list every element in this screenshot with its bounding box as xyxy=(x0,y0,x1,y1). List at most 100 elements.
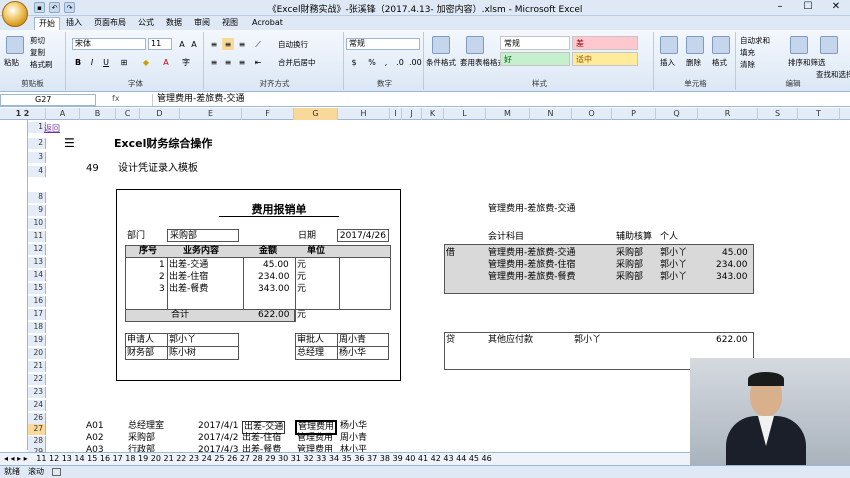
back-link[interactable]: 返回 xyxy=(44,123,60,134)
column-header-r[interactable]: R xyxy=(698,108,758,120)
merge-center-button[interactable]: 合并后居中 xyxy=(278,58,316,67)
column-header-h[interactable]: H xyxy=(338,108,390,120)
font-color-icon[interactable]: A xyxy=(160,56,172,68)
paste-icon[interactable] xyxy=(6,36,24,54)
row-header[interactable]: 8 xyxy=(28,192,46,203)
row-header[interactable]: 23 xyxy=(28,387,46,398)
row-header[interactable]: 22 xyxy=(28,374,46,385)
tab-formulas[interactable]: 公式 xyxy=(134,17,158,30)
row-header[interactable]: 2 xyxy=(28,138,46,149)
tab-data[interactable]: 数据 xyxy=(162,17,186,30)
autosum-button[interactable]: 自动求和 xyxy=(740,36,770,45)
column-header-i[interactable]: I xyxy=(390,108,402,120)
row-header[interactable]: 28 xyxy=(28,436,46,447)
find-select-icon[interactable] xyxy=(820,36,838,54)
column-header-o[interactable]: O xyxy=(572,108,612,120)
row-header[interactable]: 19 xyxy=(28,335,46,346)
outline-level-2[interactable]: 2 xyxy=(24,109,30,118)
clear-button[interactable]: 清除 xyxy=(740,60,755,69)
insert-cells-button[interactable]: 插入 xyxy=(660,58,675,67)
tab-view[interactable]: 视图 xyxy=(218,17,242,30)
column-header-g[interactable]: G xyxy=(294,108,338,120)
outline-level-1[interactable]: 1 xyxy=(16,109,22,118)
dept-field[interactable]: 采购部 xyxy=(167,229,239,242)
column-header-k[interactable]: K xyxy=(422,108,444,120)
align-right-icon[interactable]: ≡ xyxy=(236,56,248,68)
column-header-j[interactable]: J xyxy=(402,108,422,120)
fx-icon[interactable]: fx xyxy=(112,94,150,106)
sheet-tab-list[interactable]: 11 12 13 14 15 16 17 18 19 20 21 22 23 2… xyxy=(30,454,491,463)
column-header-q[interactable]: Q xyxy=(656,108,698,120)
table-format-icon[interactable] xyxy=(466,36,484,54)
tab-page-layout[interactable]: 页面布局 xyxy=(90,17,130,30)
decrease-decimal-icon[interactable]: .00 xyxy=(408,56,422,68)
tab-home[interactable]: 开始 xyxy=(34,17,60,30)
conditional-format-button[interactable]: 条件格式 xyxy=(426,58,456,67)
row-header[interactable]: 24 xyxy=(28,400,46,411)
number-format-combo[interactable]: 常规 xyxy=(346,38,420,50)
column-header-d[interactable]: D xyxy=(140,108,180,120)
tab-review[interactable]: 审阅 xyxy=(190,17,214,30)
row-header[interactable]: 20 xyxy=(28,348,46,359)
column-header-s[interactable]: S xyxy=(758,108,798,120)
font-size-combo[interactable]: 11 xyxy=(148,38,172,50)
tab-insert[interactable]: 插入 xyxy=(62,17,86,30)
column-header-l[interactable]: L xyxy=(444,108,486,120)
date-field[interactable]: 2017/4/26 xyxy=(337,229,389,242)
row-header[interactable]: 17 xyxy=(28,309,46,320)
row-header[interactable]: 11 xyxy=(28,231,46,242)
macro-record-icon[interactable] xyxy=(52,468,61,476)
column-header-p[interactable]: P xyxy=(612,108,656,120)
delete-cells-icon[interactable] xyxy=(686,36,704,54)
align-top-icon[interactable]: ≡ xyxy=(208,38,220,50)
sort-filter-button[interactable]: 排序和筛选 xyxy=(788,58,826,67)
column-header-n[interactable]: N xyxy=(530,108,572,120)
increase-decimal-icon[interactable]: .0 xyxy=(394,56,406,68)
style-bad[interactable]: 差 xyxy=(572,36,638,50)
align-middle-icon[interactable]: ≡ xyxy=(222,38,234,50)
row-header[interactable]: 9 xyxy=(28,205,46,216)
style-normal[interactable]: 常规 xyxy=(500,36,570,50)
paste-button[interactable]: 粘贴 xyxy=(4,58,19,67)
style-neutral[interactable]: 适中 xyxy=(572,52,638,66)
insert-cells-icon[interactable] xyxy=(660,36,678,54)
percent-icon[interactable]: % xyxy=(366,56,378,68)
row-header[interactable]: 13 xyxy=(28,257,46,268)
sort-filter-icon[interactable] xyxy=(790,36,808,54)
column-header-b[interactable]: B xyxy=(80,108,116,120)
row-header[interactable]: 26 xyxy=(28,413,46,424)
font-name-combo[interactable]: 宋体 xyxy=(72,38,146,50)
fill-button[interactable]: 填充 xyxy=(740,48,755,57)
align-center-icon[interactable]: ≡ xyxy=(222,56,234,68)
copy-button[interactable]: 复制 xyxy=(30,48,45,57)
row-header[interactable]: 16 xyxy=(28,296,46,307)
row-header[interactable]: 14 xyxy=(28,270,46,281)
column-header-f[interactable]: F xyxy=(242,108,294,120)
underline-icon[interactable]: U xyxy=(100,56,112,68)
table-format-button[interactable]: 套用表格格式 xyxy=(460,58,505,67)
format-cells-icon[interactable] xyxy=(712,36,730,54)
row-header[interactable]: 3 xyxy=(28,152,46,163)
row-header[interactable]: 4 xyxy=(28,166,46,177)
maximize-button[interactable]: ☐ xyxy=(794,0,822,15)
conditional-format-icon[interactable] xyxy=(432,36,450,54)
border-icon[interactable]: ⊞ xyxy=(118,56,130,68)
delete-cells-button[interactable]: 删除 xyxy=(686,58,701,67)
column-header-m[interactable]: M xyxy=(486,108,530,120)
orientation-icon[interactable]: ⟋ xyxy=(252,38,264,50)
formula-input[interactable]: 管理费用-差旅费-交通 xyxy=(152,94,840,106)
style-good[interactable]: 好 xyxy=(500,52,570,66)
currency-icon[interactable]: $ xyxy=(348,56,360,68)
row-header[interactable]: 10 xyxy=(28,218,46,229)
column-header-a[interactable]: A xyxy=(46,108,80,120)
grow-font-icon[interactable]: A xyxy=(176,38,188,50)
name-box[interactable]: G27 xyxy=(0,94,96,106)
office-button[interactable] xyxy=(2,1,28,27)
outline-level-buttons[interactable]: 1 2 xyxy=(0,108,46,120)
format-cells-button[interactable]: 格式 xyxy=(712,58,727,67)
close-button[interactable]: ✕ xyxy=(822,0,850,15)
cut-button[interactable]: 剪切 xyxy=(30,36,45,45)
row-header[interactable]: 18 xyxy=(28,322,46,333)
column-header-e[interactable]: E xyxy=(180,108,242,120)
column-header-t[interactable]: T xyxy=(798,108,840,120)
